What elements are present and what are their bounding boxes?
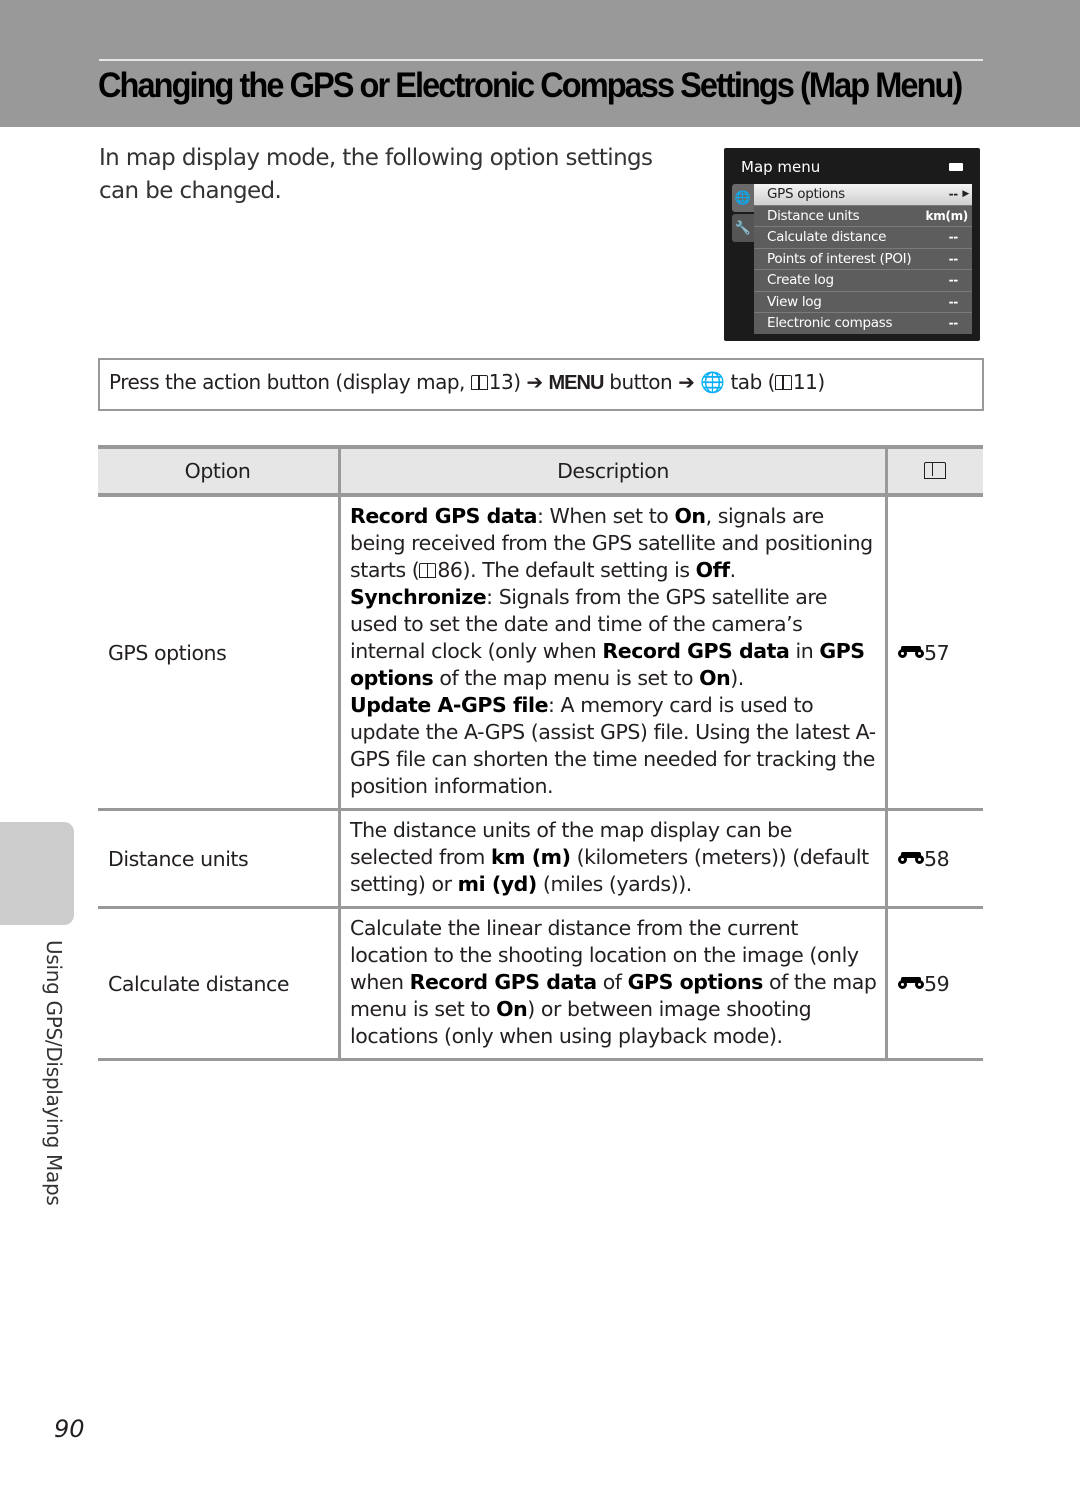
table-row: Calculate distance Calculate the linear … (98, 907, 983, 1061)
book-icon (470, 375, 488, 390)
book-icon (774, 375, 792, 390)
option-name: Distance units (98, 809, 340, 909)
camera-screen-map-menu: Map menu 🌐 🔧 GPS options -- ▶ Distance uni… (724, 148, 980, 341)
reference-link[interactable]: 58 (885, 809, 983, 909)
menu-button-label: MENU (548, 372, 605, 394)
table-row: GPS options Record GPS data: When set to… (98, 495, 983, 811)
option-description: Calculate the linear distance from the c… (338, 907, 887, 1061)
option-name: GPS options (98, 495, 340, 811)
header-option: Option (98, 445, 340, 497)
binoculars-icon (898, 645, 924, 660)
camera-menu-title: Map menu (741, 158, 821, 176)
table-header-row: Option Description (98, 445, 983, 497)
page-number: 90 (54, 1415, 85, 1443)
header-description: Description (338, 445, 887, 497)
option-description: The distance units of the map display ca… (338, 809, 887, 909)
book-icon (419, 563, 437, 578)
arrow-right-icon: ➔ (526, 370, 543, 394)
camera-menu-item: Points of interest (POI) -- (754, 249, 972, 270)
binoculars-icon (898, 851, 924, 866)
battery-full-icon (949, 163, 963, 171)
camera-menu-item: Distance units km(m) (754, 206, 972, 227)
camera-menu-list: GPS options -- ▶ Distance units km(m) Calcu… (754, 184, 972, 334)
header-reference (885, 445, 983, 497)
camera-menu-item: Calculate distance -- (754, 227, 972, 249)
header-rule (99, 59, 983, 61)
navigation-path-box: Press the action button (display map, 13… (98, 358, 984, 411)
camera-menu-item: GPS options -- ▶ (754, 184, 972, 206)
chevron-right-icon: ▶ (962, 189, 969, 199)
binoculars-icon (898, 976, 924, 991)
table-row: Distance units The distance units of the… (98, 809, 983, 909)
intro-text: In map display mode, the following optio… (99, 145, 653, 204)
chapter-tab (0, 822, 74, 925)
camera-menu-item: Create log -- (754, 270, 972, 292)
header-banner: Changing the GPS or Electronic Compass S… (0, 0, 1080, 127)
arrow-right-icon: ➔ (678, 370, 695, 394)
camera-menu-item: View log -- (754, 292, 972, 313)
chapter-label: Using GPS/Displaying Maps (42, 940, 66, 1206)
page-title: Changing the GPS or Electronic Compass S… (98, 66, 963, 105)
book-icon (924, 462, 946, 479)
globe-gps-icon: 🌐 (700, 370, 725, 394)
navigation-path: Press the action button (display map, 13… (109, 370, 825, 394)
camera-menu-item: Electronic compass -- (767, 315, 958, 331)
options-table: Option Description GPS options Record GP… (98, 445, 983, 1061)
option-description: Record GPS data: When set to On, signals… (338, 495, 887, 811)
globe-gps-icon: 🌐 (732, 184, 754, 212)
reference-link[interactable]: 59 (885, 907, 983, 1061)
reference-link[interactable]: 57 (885, 495, 983, 811)
wrench-icon: 🔧 (732, 214, 754, 242)
option-name: Calculate distance (98, 907, 340, 1061)
